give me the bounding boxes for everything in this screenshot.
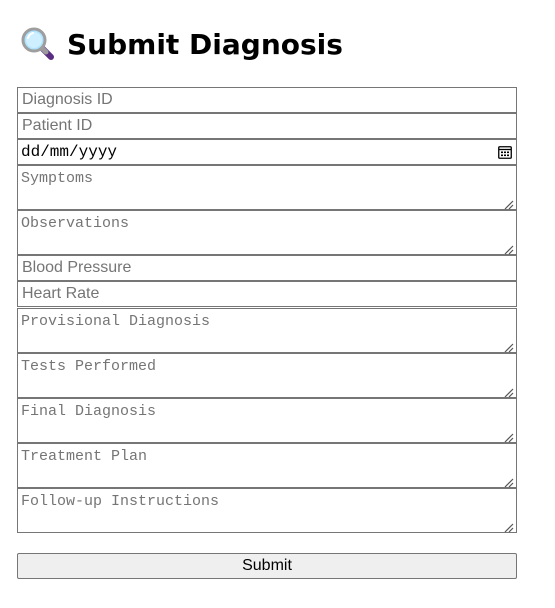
- patient-id-placeholder: Patient ID: [22, 117, 93, 134]
- observations-placeholder: Observations: [21, 215, 130, 232]
- treatment-plan-placeholder: Treatment Plan: [21, 448, 148, 465]
- resize-handle-icon[interactable]: [504, 340, 514, 353]
- heart-rate-input[interactable]: Heart Rate: [17, 281, 517, 307]
- symptoms-textarea[interactable]: Symptoms: [17, 165, 517, 210]
- magnifying-glass-icon: [20, 26, 56, 62]
- final-diagnosis-textarea[interactable]: Final Diagnosis: [17, 398, 517, 443]
- resize-handle-icon[interactable]: [504, 430, 514, 443]
- calendar-icon[interactable]: [498, 145, 512, 159]
- treatment-plan-textarea[interactable]: Treatment Plan: [17, 443, 517, 488]
- tests-performed-placeholder: Tests Performed: [21, 358, 157, 375]
- observations-textarea[interactable]: Observations: [17, 210, 517, 255]
- patient-id-input[interactable]: Patient ID: [17, 113, 517, 139]
- page-header: Submit Diagnosis: [20, 24, 343, 64]
- resize-handle-icon[interactable]: [504, 197, 514, 210]
- symptoms-placeholder: Symptoms: [21, 170, 94, 187]
- follow-up-instructions-textarea[interactable]: Follow-up Instructions: [17, 488, 517, 533]
- date-input[interactable]: dd/mm/yyyy: [17, 139, 517, 165]
- provisional-diagnosis-placeholder: Provisional Diagnosis: [21, 313, 211, 330]
- provisional-diagnosis-textarea[interactable]: Provisional Diagnosis: [17, 308, 517, 353]
- blood-pressure-placeholder: Blood Pressure: [22, 259, 132, 276]
- submit-button[interactable]: Submit: [17, 553, 517, 579]
- resize-handle-icon[interactable]: [504, 242, 514, 255]
- diagnosis-id-input[interactable]: Diagnosis ID: [17, 87, 517, 113]
- resize-handle-icon[interactable]: [504, 385, 514, 398]
- tests-performed-textarea[interactable]: Tests Performed: [17, 353, 517, 398]
- diagnosis-id-placeholder: Diagnosis ID: [22, 91, 113, 108]
- follow-up-instructions-placeholder: Follow-up Instructions: [21, 493, 220, 510]
- blood-pressure-input[interactable]: Blood Pressure: [17, 255, 517, 281]
- final-diagnosis-placeholder: Final Diagnosis: [21, 403, 157, 420]
- resize-handle-icon[interactable]: [504, 520, 514, 533]
- page-title: Submit Diagnosis: [67, 27, 343, 61]
- resize-handle-icon[interactable]: [504, 475, 514, 488]
- date-value: dd/mm/yyyy: [21, 143, 118, 161]
- heart-rate-placeholder: Heart Rate: [22, 285, 100, 302]
